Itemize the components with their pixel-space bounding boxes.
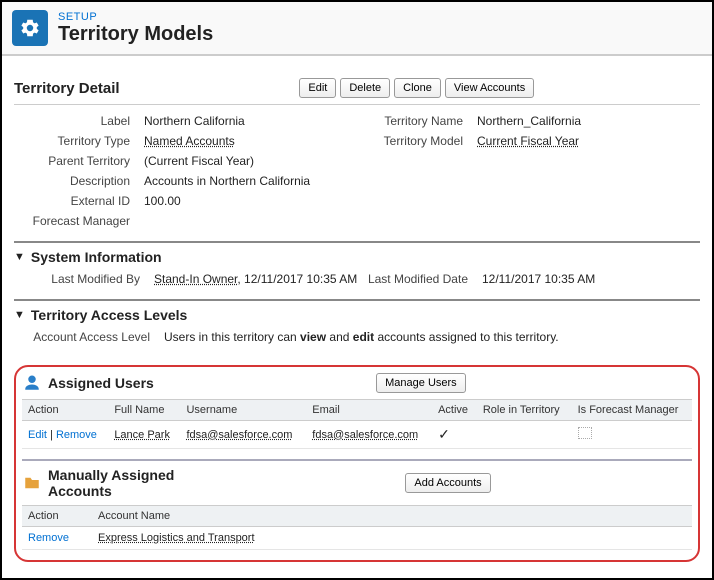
desc-label: Description — [14, 174, 144, 188]
fm-label: Forecast Manager — [14, 214, 144, 228]
table-row: Edit | Remove Lance Park fdsa@salesforce… — [22, 421, 692, 449]
col-email: Email — [306, 400, 432, 421]
label-value: Northern California — [144, 114, 245, 128]
table-row: Remove Express Logistics and Transport — [22, 527, 692, 550]
breadcrumb: SETUP — [58, 11, 213, 23]
delete-button[interactable]: Delete — [340, 78, 390, 98]
user-email-link[interactable]: fdsa@salesforce.com — [312, 429, 418, 441]
ext-value: 100.00 — [144, 194, 181, 208]
col-action: Action — [22, 506, 92, 527]
lmb-user-link[interactable]: Stand-In Owner — [154, 272, 237, 286]
folder-icon — [22, 473, 42, 493]
col-account: Account Name — [92, 506, 692, 527]
manage-users-button[interactable]: Manage Users — [376, 373, 466, 393]
user-username-link[interactable]: fdsa@salesforce.com — [186, 429, 292, 441]
user-fullname-link[interactable]: Lance Park — [114, 429, 170, 441]
detail-heading: Territory Detail — [14, 80, 120, 97]
edit-button[interactable]: Edit — [299, 78, 336, 98]
col-action: Action — [22, 400, 108, 421]
col-role: Role in Territory — [477, 400, 572, 421]
account-name-link[interactable]: Express Logistics and Transport — [98, 532, 255, 544]
view-accounts-button[interactable]: View Accounts — [445, 78, 534, 98]
territory-type-link[interactable]: Named Accounts — [144, 134, 235, 148]
desc-value: Accounts in Northern California — [144, 174, 310, 188]
lmb-time: , 12/11/2017 10:35 AM — [237, 272, 357, 286]
lmd-value: 12/11/2017 10:35 AM — [482, 272, 595, 286]
page-header: SETUP Territory Models — [2, 2, 712, 56]
assigned-users-table: Action Full Name Username Email Active R… — [22, 399, 692, 449]
active-check: ✓ — [432, 421, 477, 449]
col-active: Active — [432, 400, 477, 421]
tname-label: Territory Name — [357, 114, 477, 128]
gear-icon — [12, 10, 48, 46]
remove-link[interactable]: Remove — [28, 532, 69, 544]
col-username: Username — [180, 400, 306, 421]
ext-label: External ID — [14, 194, 144, 208]
territory-model-link[interactable]: Current Fiscal Year — [477, 134, 579, 148]
clone-button[interactable]: Clone — [394, 78, 441, 98]
label-label: Label — [14, 114, 144, 128]
access-value: Users in this territory can view and edi… — [164, 330, 559, 344]
sysinfo-heading: System Information — [31, 249, 162, 265]
remove-link[interactable]: Remove — [56, 429, 97, 441]
parent-label: Parent Territory — [14, 154, 144, 168]
page-title: Territory Models — [58, 23, 213, 46]
system-info-section[interactable]: ▼ System Information — [14, 243, 700, 269]
type-label: Territory Type — [14, 134, 144, 148]
edit-link[interactable]: Edit — [28, 429, 47, 441]
role-cell — [477, 421, 572, 449]
fcmgr-cell — [572, 421, 692, 449]
manual-accounts-heading: Manually Assigned Accounts — [48, 467, 208, 499]
highlighted-section: Assigned Users Manage Users Action Full … — [14, 365, 700, 562]
tname-value: Northern_California — [477, 114, 581, 128]
add-accounts-button[interactable]: Add Accounts — [405, 473, 490, 493]
col-fcmgr: Is Forecast Manager — [572, 400, 692, 421]
assigned-users-heading: Assigned Users — [48, 375, 154, 391]
triangle-down-icon: ▼ — [14, 309, 25, 321]
lmb-label: Last Modified By — [24, 272, 154, 286]
lmd-label: Last Modified Date — [362, 272, 482, 286]
user-icon — [22, 373, 42, 393]
col-fullname: Full Name — [108, 400, 180, 421]
tmodel-label: Territory Model — [357, 134, 477, 148]
manual-accounts-table: Action Account Name Remove Express Logis… — [22, 505, 692, 550]
access-levels-section[interactable]: ▼ Territory Access Levels — [14, 301, 700, 327]
access-heading: Territory Access Levels — [31, 307, 187, 323]
parent-value: (Current Fiscal Year) — [144, 154, 254, 168]
triangle-down-icon: ▼ — [14, 251, 25, 263]
access-label: Account Access Level — [24, 330, 164, 344]
